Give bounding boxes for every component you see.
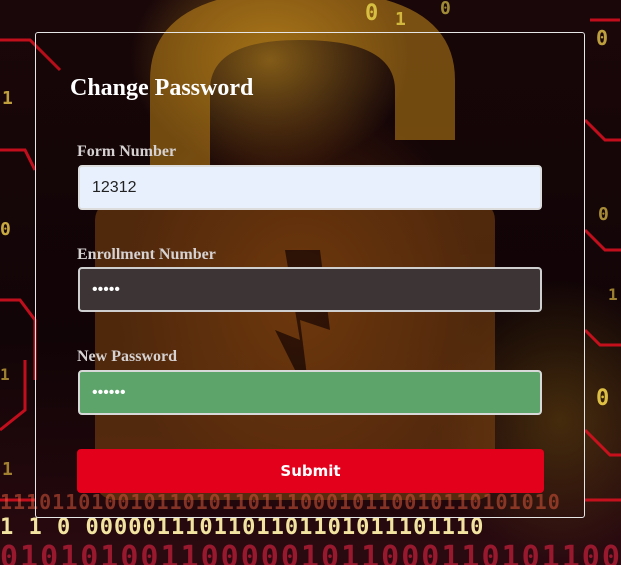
svg-text:0: 0 (596, 26, 608, 50)
submit-button[interactable]: Submit (77, 449, 544, 493)
svg-text:1: 1 (2, 88, 13, 109)
form-number-label: Form Number (77, 143, 177, 160)
svg-text:1: 1 (608, 285, 618, 304)
binary-strip-middle: 1 1 0 0000011101101101101011101110 (0, 515, 485, 540)
svg-text:0: 0 (596, 386, 609, 411)
svg-text:0: 0 (440, 0, 451, 19)
binary-strip-lower: 0101010011000001011000110101100011 (0, 540, 621, 565)
svg-text:0: 0 (0, 219, 11, 240)
new-password-label: New Password (77, 348, 177, 365)
svg-text:1: 1 (0, 365, 10, 384)
form-number-input[interactable] (78, 165, 542, 210)
change-password-form: Change Password Form Number Enrollment N… (35, 32, 585, 518)
enrollment-number-input[interactable] (78, 267, 542, 312)
svg-text:0: 0 (365, 1, 378, 26)
enrollment-number-label: Enrollment Number (77, 246, 216, 263)
svg-text:1: 1 (395, 9, 406, 30)
svg-text:0: 0 (598, 204, 609, 225)
new-password-input[interactable] (78, 370, 542, 415)
page-title: Change Password (70, 75, 254, 101)
svg-text:1: 1 (2, 459, 13, 480)
